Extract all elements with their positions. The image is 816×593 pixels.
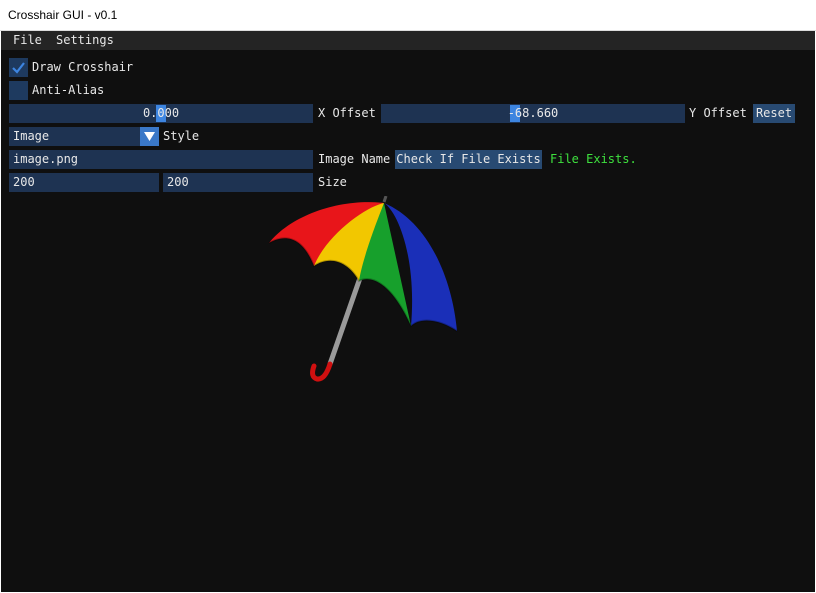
combo-arrow-button[interactable] xyxy=(140,127,159,146)
y-offset-label: Y Offset xyxy=(689,106,747,120)
size-width-value: 200 xyxy=(13,175,35,189)
draw-crosshair-label: Draw Crosshair xyxy=(32,60,134,74)
style-label: Style xyxy=(163,129,200,143)
y-offset-value: -68.660 xyxy=(507,106,559,120)
image-name-value: image.png xyxy=(13,152,79,166)
image-name-input[interactable]: image.png xyxy=(9,150,313,169)
x-offset-slider[interactable]: 0.000 xyxy=(9,104,313,123)
draw-crosshair-checkbox[interactable] xyxy=(9,58,28,77)
title-bar: Crosshair GUI - v0.1 xyxy=(0,0,816,31)
size-width-input[interactable]: 200 xyxy=(9,173,159,192)
app-client-area: File Settings Draw Crosshair Anti-Alias … xyxy=(1,31,815,592)
umbrella-icon xyxy=(268,196,458,382)
menu-file[interactable]: File xyxy=(13,33,42,47)
chevron-down-icon xyxy=(144,132,155,141)
style-combo[interactable]: Image xyxy=(9,127,159,146)
x-offset-value: 0.000 xyxy=(142,106,180,120)
menu-settings[interactable]: Settings xyxy=(56,33,114,47)
size-label: Size xyxy=(318,175,347,189)
reset-button[interactable]: Reset xyxy=(753,104,795,123)
size-height-value: 200 xyxy=(167,175,189,189)
style-combo-value: Image xyxy=(13,129,50,143)
size-height-input[interactable]: 200 xyxy=(163,173,313,192)
image-name-label: Image Name xyxy=(318,152,391,166)
anti-alias-label: Anti-Alias xyxy=(32,83,105,97)
check-file-exists-button[interactable]: Check If File Exists xyxy=(395,150,542,169)
anti-alias-checkbox[interactable] xyxy=(9,81,28,100)
file-status-text: File Exists. xyxy=(550,152,637,166)
window-title: Crosshair GUI - v0.1 xyxy=(8,8,118,22)
checkmark-icon xyxy=(12,62,25,74)
menu-bar: File Settings xyxy=(1,31,815,50)
x-offset-label: X Offset xyxy=(318,106,376,120)
y-offset-slider[interactable]: -68.660 xyxy=(381,104,685,123)
